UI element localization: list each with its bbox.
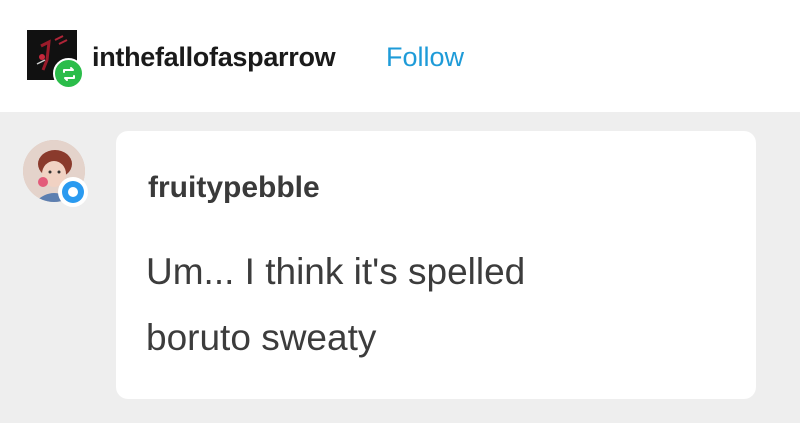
online-badge-ring (62, 181, 84, 203)
reblog-icon (53, 58, 84, 89)
comment-author[interactable]: fruitypebble (148, 170, 320, 206)
blog-username[interactable]: inthefallofasparrow (92, 40, 336, 74)
comment-text-line: Um... I think it's spelled (146, 251, 526, 292)
follow-button[interactable]: Follow (386, 40, 464, 74)
post-header: inthefallofasparrow Follow (0, 0, 800, 112)
post-page: inthefallofasparrow Follow fruitypebble … (0, 0, 800, 423)
comment-text-line: boruto sweaty (146, 317, 377, 358)
online-badge-dot (68, 187, 78, 197)
online-badge-icon (58, 177, 88, 207)
